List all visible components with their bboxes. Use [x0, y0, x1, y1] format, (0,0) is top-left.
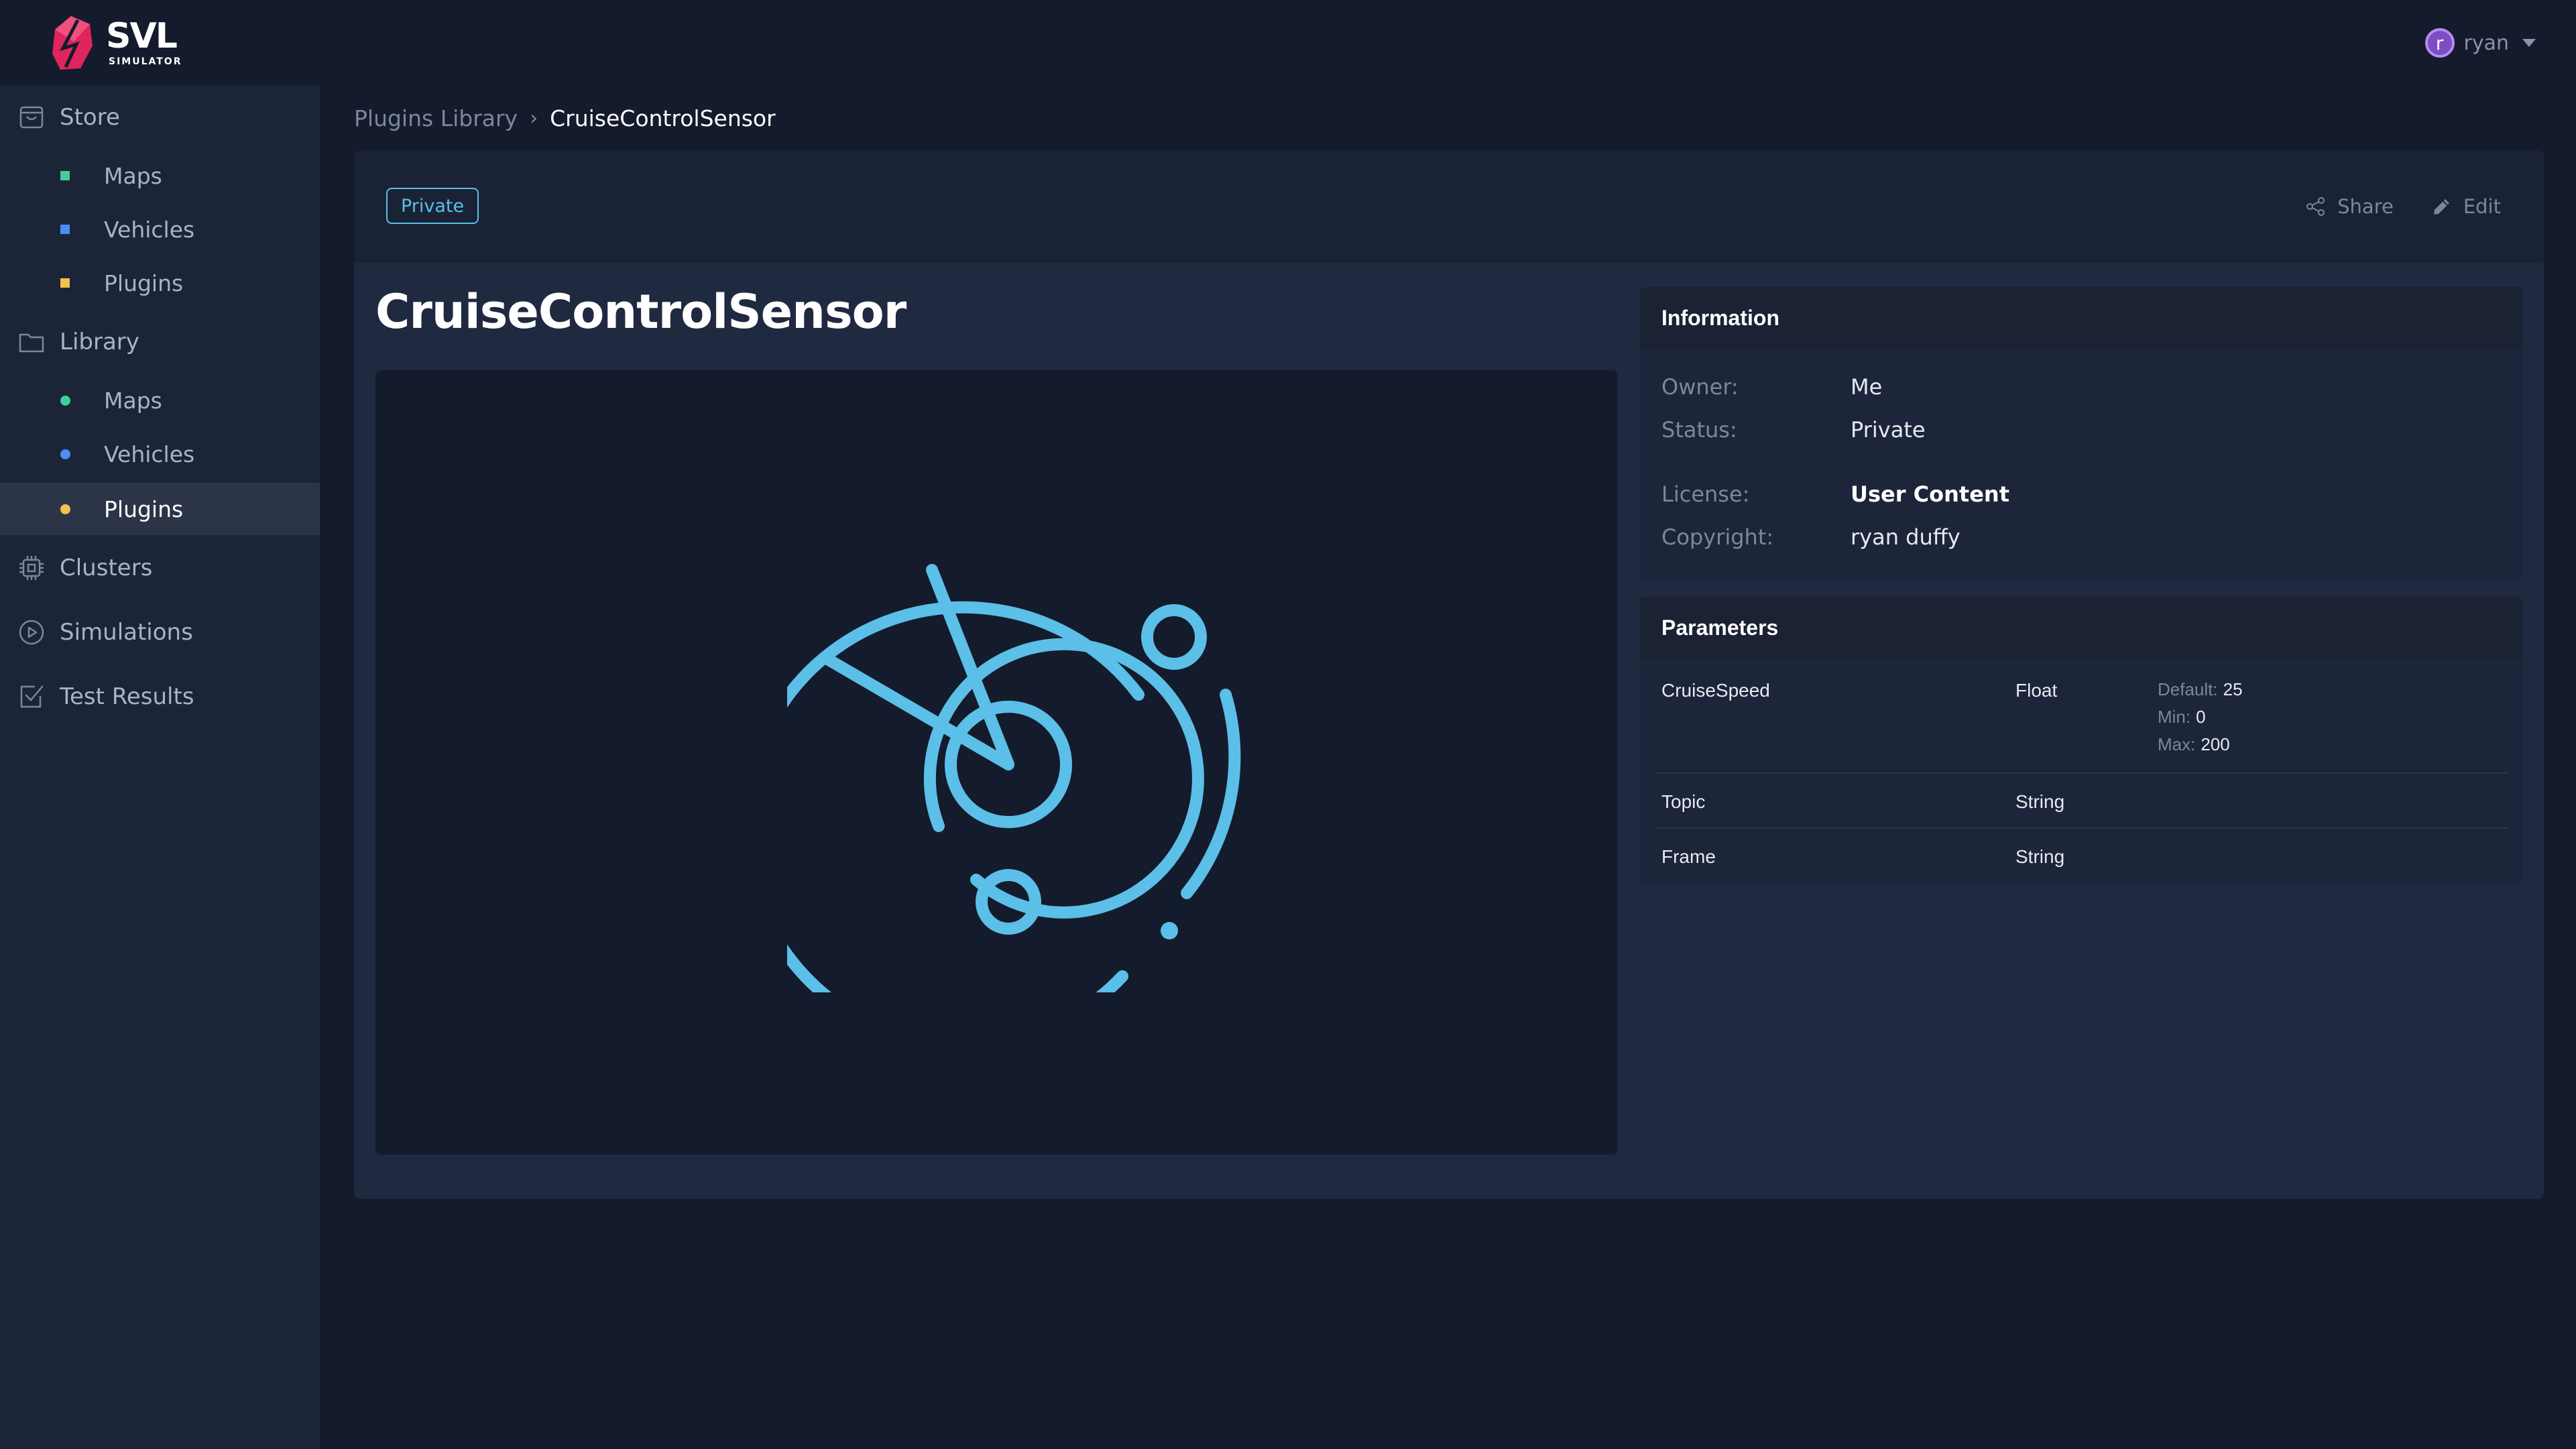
folder-icon [19, 333, 44, 353]
license-row: License: User Content [1661, 481, 2009, 507]
copyright-label: Copyright: [1661, 524, 1774, 550]
table-row: Topic String [1656, 772, 2508, 826]
card-actions: Share Edit [2305, 189, 2501, 224]
param-type: Float [2015, 680, 2058, 701]
license-label: License: [1661, 481, 1750, 507]
share-button[interactable]: Share [2305, 195, 2394, 218]
param-constraints: Default: 25 Min: 0 Max: 200 [2158, 676, 2243, 758]
radar-icon [787, 564, 1241, 992]
copyright-row: Copyright: ryan duffy [1661, 524, 1960, 550]
table-row: CruiseSpeed Float Default: 25 Min: 0 Max: 2… [1656, 679, 2508, 779]
param-name: Frame [1661, 846, 1716, 867]
param-default-value: 25 [2223, 679, 2243, 699]
sidebar-section-label: Test Results [60, 683, 194, 710]
owner-value: Me [1851, 374, 1883, 400]
sidebar-section-store[interactable]: Store [0, 91, 320, 144]
license-value: User Content [1851, 481, 2009, 507]
breadcrumb-current: CruiseControlSensor [550, 105, 776, 131]
status-label: Status: [1661, 417, 1737, 443]
brand-name: SVL [106, 16, 178, 56]
vehicles-color-marker [60, 449, 70, 459]
edit-button[interactable]: Edit [2431, 195, 2501, 218]
maps-color-marker [60, 395, 70, 406]
breadcrumb-parent-link[interactable]: Plugins Library [354, 105, 518, 131]
param-max-label: Max: [2158, 734, 2196, 754]
breadcrumb: Plugins Library › CruiseControlSensor [354, 102, 776, 134]
pencil-icon [2433, 199, 2449, 215]
sidebar-item-label: Vehicles [104, 441, 195, 467]
avatar: r [2424, 28, 2455, 58]
sidebar-item-label: Maps [104, 162, 162, 189]
param-type: String [2015, 846, 2065, 867]
sidebar-item-label: Vehicles [104, 216, 195, 243]
sidebar-section-label: Store [60, 104, 120, 131]
sidebar-section-library[interactable]: Library [0, 315, 320, 369]
sidebar-item-store-maps[interactable]: Maps [0, 150, 320, 202]
sidebar: Store Maps Vehicles Plugins Library Maps… [0, 85, 320, 1449]
sidebar-section-label: Clusters [60, 555, 153, 581]
plugin-preview [375, 370, 1617, 1155]
param-name: Topic [1661, 791, 1706, 812]
plugin-detail-card: Private Share Edit CruiseControlSensor I… [354, 150, 2544, 1199]
table-row: Frame String [1656, 827, 2508, 882]
sidebar-item-library-maps[interactable]: Maps [0, 374, 320, 426]
svl-logo[interactable]: SVL SIMULATOR [51, 15, 192, 71]
status-row: Status: Private [1661, 417, 1926, 443]
sidebar-section-test-results[interactable]: Test Results [0, 670, 320, 723]
sidebar-section-label: Library [60, 329, 139, 355]
information-heading: Information [1640, 287, 2522, 349]
sidebar-item-library-vehicles[interactable]: Vehicles [0, 428, 320, 480]
store-icon [19, 106, 44, 129]
sidebar-item-library-plugins[interactable]: Plugins [0, 483, 320, 535]
edit-label: Edit [2463, 195, 2501, 218]
information-panel: Information Owner: Me Status: Private Li… [1640, 287, 2522, 582]
param-min-value: 0 [2196, 707, 2206, 727]
svl-logo-icon [52, 16, 93, 70]
brand-subtitle: SIMULATOR [109, 56, 182, 67]
chevron-down-icon [2522, 39, 2536, 47]
parameters-panel: Parameters CruiseSpeed Float Default: 25 … [1640, 597, 2522, 884]
param-min-label: Min: [2158, 707, 2191, 727]
status-badge: Private [386, 188, 479, 224]
sidebar-item-label: Maps [104, 387, 162, 414]
sidebar-section-clusters[interactable]: Clusters [0, 541, 320, 595]
vehicles-color-marker [60, 225, 70, 234]
plugins-color-marker [60, 278, 70, 288]
sidebar-section-simulations[interactable]: Simulations [0, 605, 320, 659]
maps-color-marker [60, 171, 70, 180]
param-default-label: Default: [2158, 679, 2218, 699]
card-header: Private Share Edit [354, 150, 2544, 263]
play-circle-icon [19, 620, 44, 645]
status-value: Private [1851, 417, 1926, 443]
sidebar-item-store-plugins[interactable]: Plugins [0, 257, 320, 309]
breadcrumb-separator: › [530, 106, 538, 130]
sidebar-section-label: Simulations [60, 619, 193, 646]
share-label: Share [2337, 195, 2394, 218]
param-max-value: 200 [2201, 734, 2230, 754]
checkbox-icon [20, 685, 44, 708]
user-name: ryan [2463, 31, 2510, 55]
top-bar: SVL SIMULATOR r ryan [0, 0, 2576, 85]
cpu-icon [19, 556, 44, 580]
owner-label: Owner: [1661, 374, 1739, 400]
sidebar-item-label: Plugins [104, 270, 184, 296]
user-menu[interactable]: r ryan [2424, 24, 2536, 62]
sidebar-item-store-vehicles[interactable]: Vehicles [0, 203, 320, 255]
share-icon [2306, 197, 2325, 216]
sidebar-item-label: Plugins [104, 496, 184, 522]
owner-row: Owner: Me [1661, 374, 1882, 400]
param-type: String [2015, 791, 2065, 812]
parameters-heading: Parameters [1640, 597, 2522, 658]
copyright-value: ryan duffy [1851, 524, 1960, 550]
page-title: CruiseControlSensor [375, 284, 906, 339]
plugins-color-marker [60, 504, 70, 514]
param-name: CruiseSpeed [1661, 680, 1770, 701]
